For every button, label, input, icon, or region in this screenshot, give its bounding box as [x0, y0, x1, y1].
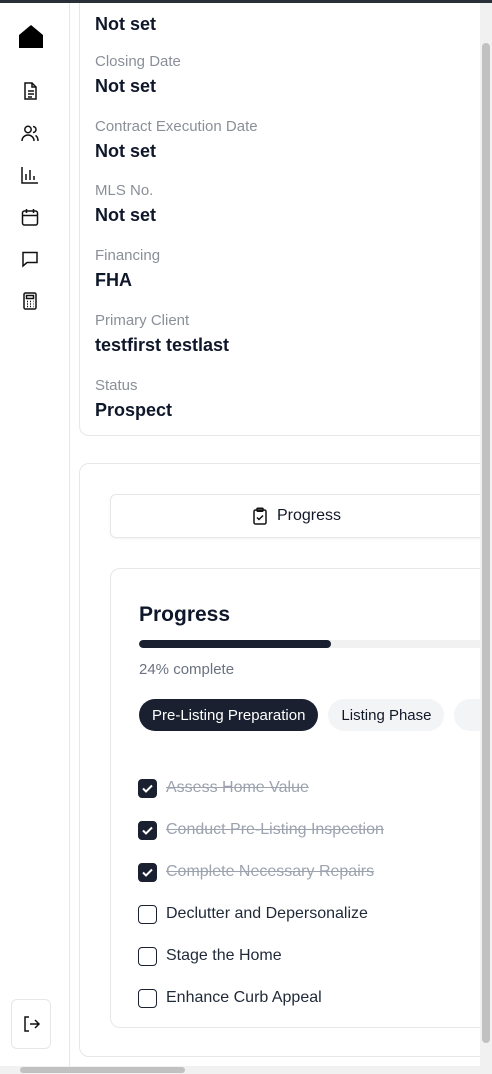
details-field-status: Status Prospect [95, 377, 172, 421]
check-icon [142, 826, 153, 835]
sidebar [0, 3, 70, 1066]
task-checkbox[interactable] [138, 946, 157, 966]
task-checkbox[interactable] [138, 904, 157, 924]
users-icon[interactable] [20, 123, 40, 143]
task-item: Enhance Curb Appeal [138, 977, 384, 1019]
task-label: Complete Necessary Repairs [166, 863, 375, 880]
details-field-mls-no: MLS No. Not set [95, 182, 156, 226]
phase-pills: Pre-Listing Preparation Listing Phase [139, 699, 480, 731]
field-label: Financing [95, 247, 161, 264]
progress-title: Progress [139, 603, 231, 626]
message-icon[interactable] [20, 249, 40, 269]
tab-progress[interactable]: Progress [251, 495, 341, 537]
clipboard-check-icon [253, 507, 267, 525]
house-icon[interactable] [18, 23, 44, 49]
tab-label: Progress [277, 507, 342, 524]
details-field-closing-date: Closing Date Not set [95, 53, 181, 97]
check-icon [142, 784, 153, 793]
bar-chart-icon[interactable] [20, 165, 40, 185]
task-label: Conduct Pre-Listing Inspection [166, 821, 384, 838]
task-label: Declutter and Depersonalize [166, 905, 368, 922]
horizontal-scrollbar-thumb[interactable] [20, 1067, 185, 1073]
field-value: FHA [95, 270, 132, 290]
progress-bar [139, 640, 480, 648]
details-field-financing: Financing FHA [95, 247, 160, 291]
logout-button[interactable] [11, 999, 51, 1049]
field-label: Status [95, 377, 138, 394]
details-field: Not set [95, 9, 156, 35]
document-icon[interactable] [20, 81, 40, 101]
phase-pill-next[interactable] [454, 699, 480, 731]
field-value: Not set [95, 14, 157, 34]
vertical-scrollbar-thumb[interactable] [482, 43, 490, 1043]
details-field-primary-client: Primary Client testfirst testlast [95, 312, 229, 356]
task-item: Complete Necessary Repairs [138, 851, 384, 893]
field-label: Contract Execution Date [95, 118, 258, 135]
progress-card: Progress 24% complete Pre-Listing Prepar… [110, 568, 480, 1028]
field-value: Not set [95, 76, 157, 96]
task-checkbox[interactable] [138, 988, 157, 1008]
task-list: Assess Home Value Conduct Pre-Listing In… [138, 767, 384, 1019]
task-checkbox[interactable] [138, 862, 157, 882]
phase-pill-listing[interactable]: Listing Phase [328, 699, 445, 731]
progress-bar-fill [139, 640, 331, 648]
task-item: Stage the Home [138, 935, 384, 977]
details-field-contract-execution-date: Contract Execution Date Not set [95, 118, 258, 162]
calendar-icon[interactable] [20, 207, 40, 227]
task-item: Conduct Pre-Listing Inspection [138, 809, 384, 851]
vertical-scrollbar[interactable] [480, 3, 492, 1066]
field-value: Not set [95, 205, 157, 225]
task-label: Stage the Home [166, 947, 282, 964]
calculator-icon[interactable] [20, 291, 40, 311]
horizontal-scrollbar[interactable] [0, 1066, 492, 1074]
logout-icon [24, 1016, 41, 1032]
progress-section: Progress Progress 24% complete Pre-Listi… [79, 463, 480, 1057]
transaction-details-card: Not set Closing Date Not set Contract Ex… [79, 3, 480, 436]
check-icon [142, 868, 153, 877]
field-label: Primary Client [95, 312, 190, 329]
phase-pill-pre-listing[interactable]: Pre-Listing Preparation [139, 699, 319, 731]
field-label: Closing Date [95, 53, 181, 70]
field-label: MLS No. [95, 182, 154, 199]
progress-percent-text: 24% complete [139, 661, 235, 678]
task-item: Assess Home Value [138, 767, 384, 809]
task-label: Assess Home Value [166, 779, 309, 796]
task-checkbox[interactable] [138, 820, 157, 840]
field-value: testfirst testlast [95, 335, 230, 355]
task-checkbox[interactable] [138, 778, 157, 798]
task-label: Enhance Curb Appeal [166, 989, 322, 1006]
task-item: Declutter and Depersonalize [138, 893, 384, 935]
field-value: Not set [95, 141, 157, 161]
tab-bar: Progress [110, 494, 480, 538]
main-content: Not set Closing Date Not set Contract Ex… [70, 3, 480, 1066]
field-value: Prospect [95, 400, 173, 420]
